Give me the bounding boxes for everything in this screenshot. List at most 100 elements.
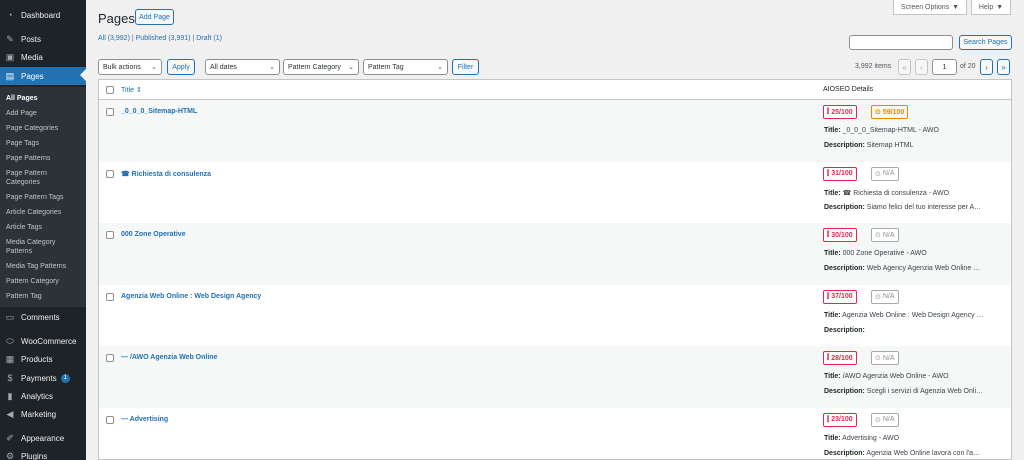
- submenu-page-pattern-categories[interactable]: Page Pattern Categories: [0, 166, 86, 190]
- seo-title-label: Title:: [824, 311, 841, 319]
- admin-sidebar: ◔ Dashboard ✎ Posts ▣ Media ▤ Pages All …: [0, 0, 86, 460]
- search-pages-button[interactable]: Search Pages: [959, 35, 1012, 50]
- menu-woocommerce[interactable]: ⬭ WooCommerce: [0, 332, 86, 350]
- current-page-value: 1: [942, 63, 947, 71]
- bulk-actions-label: Bulk actions: [103, 63, 141, 71]
- menu-posts[interactable]: ✎ Posts: [0, 30, 86, 48]
- submenu-page-categories[interactable]: Page Categories: [0, 121, 86, 136]
- truseo-score-badge[interactable]: ⊙ N/A: [871, 289, 899, 304]
- submenu-pattern-category[interactable]: Pattern Category: [0, 274, 86, 289]
- views-separator: |: [192, 35, 195, 42]
- pattern-tag-select[interactable]: Pattern Tag ⌄: [363, 59, 448, 75]
- seo-score-badge[interactable]: ⫿ 31/100: [823, 166, 857, 181]
- seo-score-badge[interactable]: ⫿ 30/100: [823, 228, 857, 242]
- menu-media[interactable]: ▣ Media: [0, 48, 86, 66]
- search-input[interactable]: [849, 35, 953, 50]
- appearance-icon: ✐: [6, 432, 14, 443]
- submenu-page-tags[interactable]: Page Tags: [0, 136, 86, 151]
- add-page-button[interactable]: Add Page: [135, 9, 174, 25]
- seo-description-line: Description: Web Agency Agenzia Web Onli…: [824, 265, 980, 272]
- screen-options-button[interactable]: Screen Options ▼: [893, 0, 967, 15]
- apply-button[interactable]: Apply: [167, 59, 195, 75]
- select-all-checkbox[interactable]: [106, 86, 114, 94]
- truseo-score-badge[interactable]: ⊙ N/A: [871, 166, 899, 181]
- current-page-input[interactable]: 1: [932, 59, 957, 75]
- menu-dashboard[interactable]: ◔ Dashboard: [0, 6, 86, 24]
- submenu-page-pattern-tags[interactable]: Page Pattern Tags: [0, 190, 86, 205]
- page-title-link[interactable]: 000 Zone Operative: [121, 231, 186, 238]
- submenu-page-patterns[interactable]: Page Patterns: [0, 151, 86, 166]
- table-row: ☎ Richiesta di consulenza ⫿ 31/100 ⊙ N/A…: [99, 162, 1011, 224]
- truseo-score-value: 59/100: [882, 108, 905, 116]
- seo-title-line: Title: ☎ Richiesta di consulenza - AWO: [824, 189, 949, 197]
- seo-title-label: Title:: [824, 189, 841, 197]
- view-all-link[interactable]: All (3,992): [98, 35, 130, 42]
- seo-score-badge[interactable]: ⫿ 28/100: [823, 351, 857, 365]
- seo-title-value: Agenzia Web Online : Web Design Agency …: [842, 311, 984, 319]
- seo-score-value: 25/100: [831, 108, 853, 116]
- seo-description-line: Description: Scegli i servizi di Agenzia…: [824, 388, 983, 395]
- menu-label: Products: [21, 354, 53, 364]
- truseo-icon: ⊙: [875, 109, 881, 116]
- row-checkbox[interactable]: [106, 108, 114, 116]
- row-checkbox[interactable]: [106, 231, 114, 239]
- truseo-score-badge[interactable]: ⊙ 59/100: [871, 105, 909, 119]
- dates-select[interactable]: All dates ⌄: [205, 59, 280, 75]
- row-checkbox[interactable]: [106, 169, 114, 178]
- seo-score-badge[interactable]: ⫿ 25/100: [823, 105, 857, 119]
- filter-button[interactable]: Filter: [452, 59, 479, 75]
- menu-appearance[interactable]: ✐ Appearance: [0, 429, 86, 447]
- seo-title-label: Title:: [824, 434, 841, 442]
- next-page-button[interactable]: ›: [980, 59, 993, 75]
- seo-title-value: _0_0_0_Sitemap-HTML - AWO: [842, 127, 939, 134]
- help-button[interactable]: Help ▼: [971, 0, 1011, 15]
- payments-badge: 1: [60, 373, 70, 383]
- menu-label: Posts: [21, 34, 42, 44]
- menu-products[interactable]: ▦ Products: [0, 350, 86, 368]
- caret-down-icon: ▼: [996, 3, 1004, 11]
- submenu-media-category-patterns[interactable]: Media Category Patterns: [0, 235, 86, 259]
- submenu-article-tags[interactable]: Article Tags: [0, 220, 86, 235]
- menu-label: Dashboard: [21, 10, 61, 20]
- aioseo-column-header: AIOSEO Details: [823, 86, 874, 93]
- view-draft-link[interactable]: Draft (1): [196, 35, 222, 42]
- plugins-icon: ⚙: [5, 450, 15, 460]
- page-title-link[interactable]: — Advertising: [121, 416, 168, 423]
- pages-table: Title ⇕ AIOSEO Details _0_0_0_Sitemap-HT…: [98, 79, 1012, 460]
- products-icon: ▦: [5, 353, 15, 364]
- truseo-score-badge[interactable]: ⊙ N/A: [871, 351, 899, 365]
- page-title-link[interactable]: — /AWO Agenzia Web Online: [121, 354, 217, 361]
- submenu-media-tag-patterns[interactable]: Media Tag Patterns: [0, 259, 86, 274]
- row-checkbox[interactable]: [106, 292, 114, 301]
- seo-description-label: Description:: [824, 326, 865, 334]
- last-page-button[interactable]: »: [997, 59, 1010, 75]
- page-title-link[interactable]: ☎ Richiesta di consulenza: [121, 170, 211, 178]
- seo-score-badge[interactable]: ⫿ 37/100: [823, 289, 857, 304]
- menu-marketing[interactable]: ◀ Marketing: [0, 405, 86, 423]
- page-title-link[interactable]: Agenzia Web Online : Web Design Agency: [121, 293, 261, 300]
- seo-score-badge[interactable]: ⫿ 23/100: [823, 412, 857, 427]
- submenu-article-categories[interactable]: Article Categories: [0, 205, 86, 220]
- menu-plugins[interactable]: ⚙ Plugins: [0, 447, 86, 460]
- menu-pages[interactable]: ▤ Pages: [0, 67, 86, 85]
- title-column-header[interactable]: Title ⇕: [121, 86, 142, 94]
- truseo-icon: ⊙: [875, 355, 881, 362]
- submenu-pattern-tag[interactable]: Pattern Tag: [0, 289, 86, 304]
- submenu-all-pages[interactable]: All Pages: [0, 91, 86, 106]
- page-title-link[interactable]: _0_0_0_Sitemap-HTML: [121, 108, 197, 115]
- first-page-button: «: [898, 59, 911, 75]
- pattern-category-select[interactable]: Pattern Category ⌄: [283, 59, 359, 75]
- woocommerce-icon: ⬭: [6, 335, 14, 346]
- row-checkbox[interactable]: [106, 354, 114, 362]
- truseo-score-badge[interactable]: ⊙ N/A: [871, 412, 899, 427]
- menu-payments[interactable]: $ Payments 1: [0, 369, 86, 387]
- menu-analytics[interactable]: ▮ Analytics: [0, 387, 86, 405]
- row-checkbox[interactable]: [106, 415, 114, 424]
- submenu-add-page[interactable]: Add Page: [0, 106, 86, 121]
- truseo-score-badge[interactable]: ⊙ N/A: [871, 228, 899, 242]
- views-separator: |: [131, 35, 134, 42]
- view-published-link[interactable]: Published (3,991): [136, 35, 191, 42]
- seo-description-value: Web Agency Agenzia Web Online …: [866, 265, 981, 272]
- menu-comments[interactable]: ▭ Comments: [0, 308, 86, 326]
- bulk-actions-select[interactable]: Bulk actions ⌄: [98, 59, 162, 75]
